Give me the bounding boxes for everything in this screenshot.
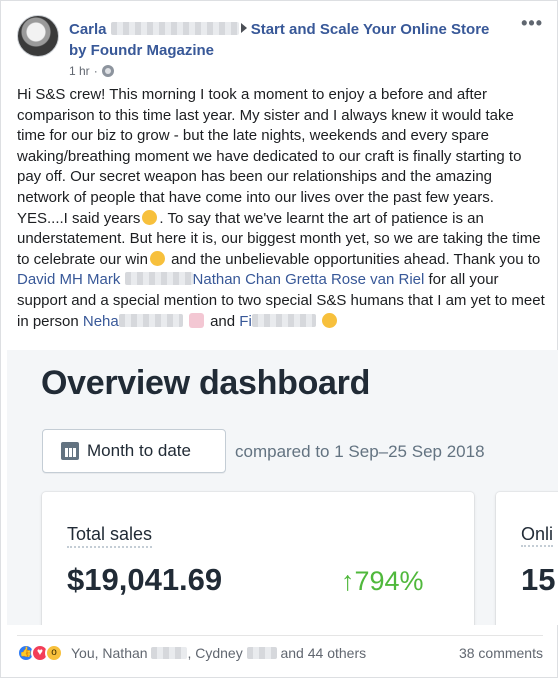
card-label: Onli: [521, 524, 554, 547]
body-and: and: [205, 312, 240, 330]
post-body: Hi S&S crew! This morning I took a momen…: [17, 85, 545, 332]
mention-david[interactable]: David MH Mark: [17, 271, 120, 288]
post-meta: 1 hr ·: [69, 64, 114, 78]
more-options-button[interactable]: •••: [521, 13, 543, 34]
author-avatar[interactable]: [17, 15, 59, 57]
mention-neha[interactable]: Neha: [83, 313, 119, 330]
flushed-emoji-icon: [142, 209, 158, 225]
globe-icon: [101, 65, 114, 77]
reaction-summary[interactable]: You, Nathan , Cydney and 44 others: [71, 645, 366, 661]
author-name[interactable]: Carla: [69, 21, 107, 38]
arrow-right-icon: [240, 23, 247, 33]
comparison-text: compared to 1 Sep–25 Sep 2018: [235, 442, 485, 461]
mention-fi[interactable]: Fi: [239, 313, 252, 330]
party-face-emoji-icon: [149, 250, 165, 266]
cake-emoji-icon: [188, 312, 204, 328]
dashboard-title: Overview dashboard: [41, 364, 371, 402]
via-page[interactable]: by Foundr Magazine: [69, 42, 214, 59]
mention-nathan[interactable]: Nathan Chan: [193, 271, 281, 288]
card-value: 15: [521, 562, 556, 597]
post-footer: 👍 ♥ o You, Nathan , Cydney and 44 others…: [17, 635, 543, 669]
redacted-name: [151, 646, 188, 659]
total-sales-card: Total sales $19,041.69 ↑794%: [42, 492, 474, 625]
comments-count-link[interactable]: 38 comments: [459, 645, 543, 661]
kiss-emoji-icon: [321, 312, 337, 328]
redacted-mention: [251, 313, 316, 327]
card-change: ↑794%: [341, 566, 424, 596]
date-range-button[interactable]: Month to date: [42, 429, 226, 473]
redacted-surname: [110, 22, 239, 35]
date-range-label: Month to date: [87, 441, 191, 460]
group-name[interactable]: Start and Scale Your Online Store: [251, 21, 490, 38]
post-header: Carla Start and Scale Your Online Store …: [17, 13, 543, 79]
body-part-3: and the unbelievable opportunities ahead…: [166, 250, 541, 268]
online-card: Onli 15: [496, 492, 558, 625]
facebook-post: Carla Start and Scale Your Online Store …: [0, 0, 558, 678]
wow-reaction-icon: o: [45, 643, 63, 662]
redacted-name: [246, 646, 277, 659]
redacted-mention: [118, 313, 183, 327]
reaction-icons[interactable]: 👍 ♥ o: [17, 643, 63, 662]
mention-gretta[interactable]: Gretta Rose van Riel: [285, 271, 424, 288]
card-label: Total sales: [67, 524, 153, 548]
card-value: $19,041.69: [67, 562, 223, 597]
attached-image-dashboard[interactable]: Overview dashboard Month to date compare…: [7, 350, 558, 625]
post-time[interactable]: 1 hr: [69, 64, 90, 78]
redacted-mention: [124, 272, 193, 286]
calendar-icon: [61, 442, 79, 460]
body-part-1: Hi S&S crew! This morning I took a momen…: [17, 86, 522, 227]
author-line: Carla Start and Scale Your Online Store …: [69, 19, 509, 61]
